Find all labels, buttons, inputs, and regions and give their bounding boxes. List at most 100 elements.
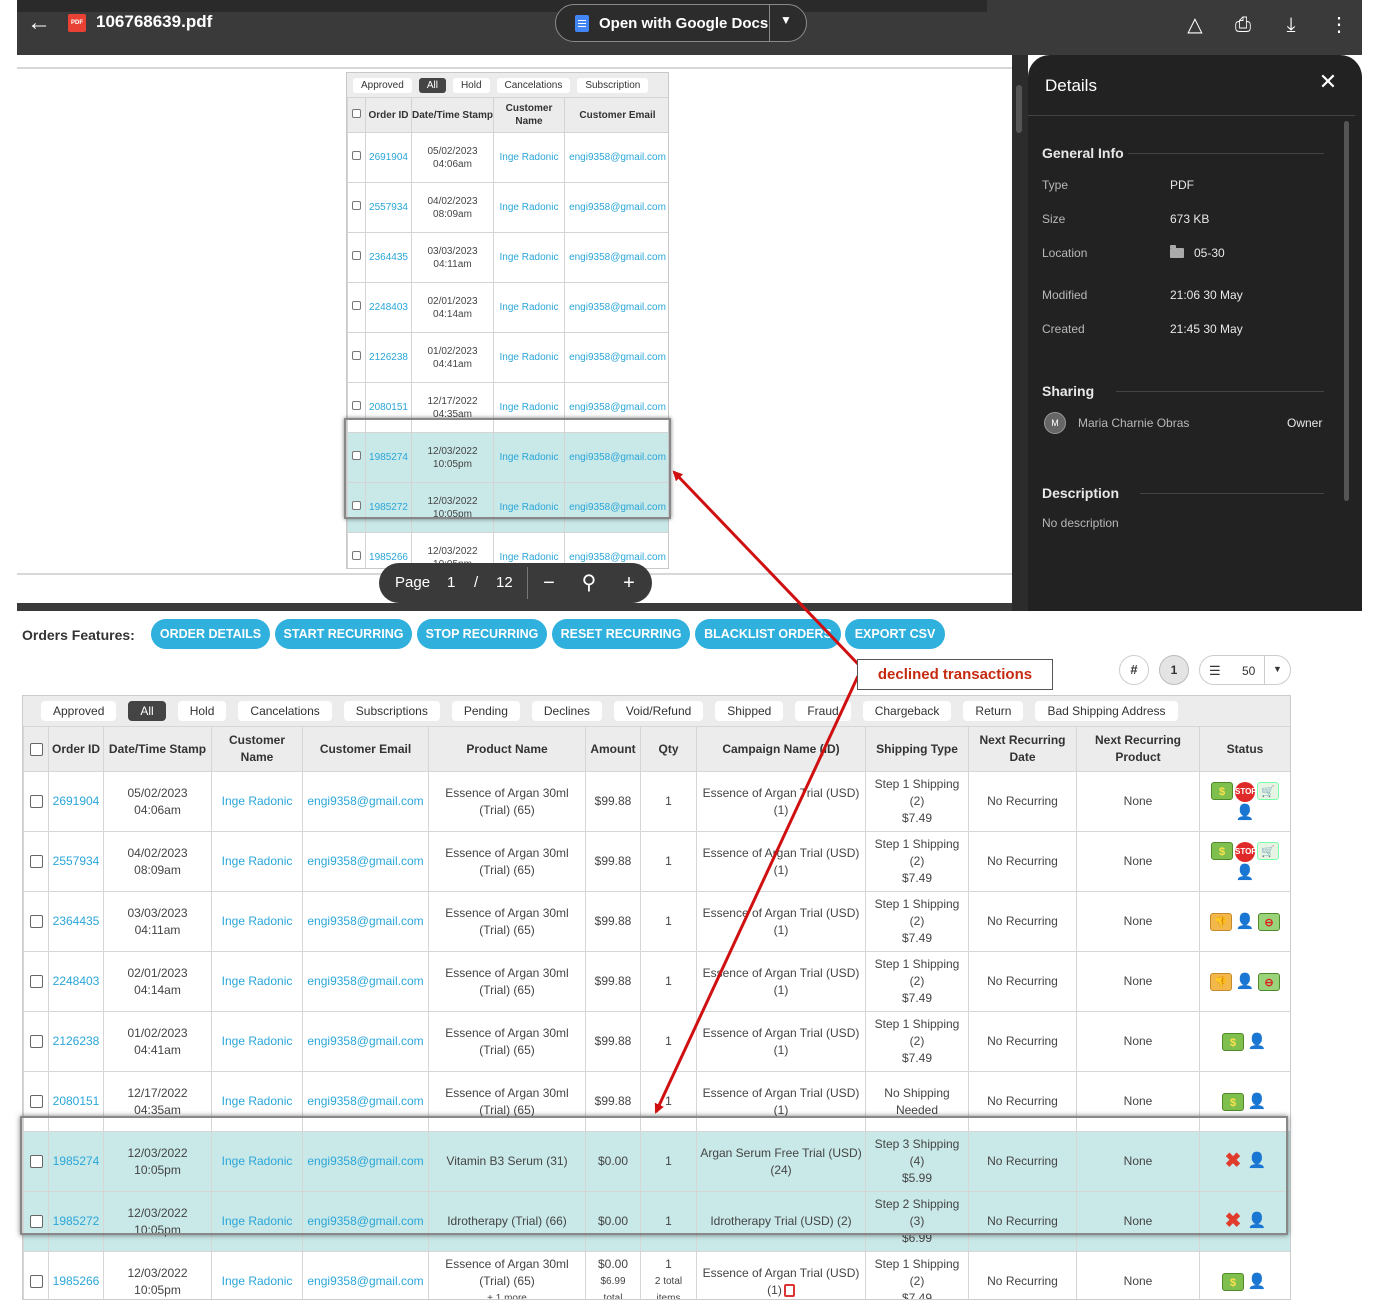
row-select[interactable] [23,891,49,952]
money-icon[interactable]: $ [1211,781,1233,800]
row-checkbox[interactable] [29,975,43,989]
customer-email-link[interactable]: engi9358@gmail.com [302,951,429,1012]
filter-tab[interactable]: Chargeback [862,701,952,721]
customer-email-link[interactable]: engi9358@gmail.com [302,1011,429,1072]
col-header-product[interactable]: Product Name [428,726,586,772]
stop-recurring-button[interactable]: STOP RECURRING [417,619,547,649]
col-header-qty[interactable]: Qty [640,726,697,772]
agent-icon[interactable]: 👤 [1246,1152,1268,1170]
filter-tab[interactable]: Declines [531,701,602,721]
money-icon[interactable]: $ [1222,1092,1244,1111]
customer-name-link[interactable]: Inge Radonic [211,771,303,832]
download-icon[interactable]: ⤓ [1278,12,1304,38]
customer-name-link[interactable]: Inge Radonic [211,1131,303,1192]
agent-icon[interactable]: 👤 [1246,1033,1268,1051]
col-header-next-product[interactable]: Next Recurring Product [1076,726,1200,772]
table-row[interactable]: 2557934 04/02/2023 08:09am Inge Radonic engi… [23,831,1290,892]
row-checkbox[interactable] [29,915,43,929]
customer-email-link[interactable]: engi9358@gmail.com [302,1251,429,1299]
select-all-checkbox[interactable] [29,742,43,756]
order-id-link[interactable]: 2557934 [48,831,104,892]
blacklist-orders-button[interactable]: BLACKLIST ORDERS [695,619,841,649]
thumbs-down-icon[interactable]: 👎 [1210,912,1232,931]
back-arrow-icon[interactable]: ← [25,8,53,38]
start-recurring-button[interactable]: START RECURRING [275,619,412,649]
agent-icon[interactable]: 👤 [1234,804,1256,822]
open-with-button[interactable]: Open with Google Docs ▼ [555,4,807,42]
col-header-shipping[interactable]: Shipping Type [865,726,969,772]
reset-recurring-button[interactable]: RESET RECURRING [552,619,690,649]
order-id-link[interactable]: 2080151 [48,1071,104,1132]
row-checkbox[interactable] [29,795,43,809]
agent-icon[interactable]: 👤 [1234,913,1256,931]
agent-icon[interactable]: 👤 [1246,1273,1268,1291]
zoom-out-icon[interactable]: − [536,569,562,597]
cart-icon[interactable]: 🛒 [1257,841,1279,860]
col-header-status[interactable]: Status [1199,726,1290,772]
row-select[interactable] [23,1011,49,1072]
col-header-date[interactable]: Date/Time Stamp [103,726,212,772]
column-number-toggle[interactable]: # [1119,655,1149,685]
product-more[interactable]: + 1 more [429,1290,585,1299]
select-all[interactable] [23,726,49,772]
multi-product-icon[interactable] [783,1283,795,1297]
col-header-campaign[interactable]: Campaign Name (ID) [696,726,866,772]
filter-tab[interactable]: Fraud [795,701,851,721]
table-row[interactable]: 1985272 12/03/2022 10:05pm Inge Radonic engi… [23,1191,1290,1252]
agent-icon[interactable]: 👤 [1234,864,1256,882]
row-checkbox[interactable] [29,1035,43,1049]
row-select[interactable] [23,771,49,832]
page-number-button[interactable]: 1 [1159,655,1189,685]
filter-tab[interactable]: Shipped [715,701,784,721]
customer-name-link[interactable]: Inge Radonic [211,1011,303,1072]
money-icon[interactable]: $ [1222,1272,1244,1291]
customer-name-link[interactable]: Inge Radonic [211,1191,303,1252]
order-id-link[interactable]: 2248403 [48,951,104,1012]
scroll-thumb[interactable] [1016,85,1022,133]
row-select[interactable] [23,1071,49,1132]
money-icon[interactable]: $ [1211,841,1233,860]
customer-name-link[interactable]: Inge Radonic [211,891,303,952]
row-select[interactable] [23,951,49,1012]
close-icon[interactable]: ✕ [1317,71,1339,93]
filter-tab[interactable]: Void/Refund [613,701,704,721]
customer-email-link[interactable]: engi9358@gmail.com [302,831,429,892]
table-row[interactable]: 2126238 01/02/2023 04:41am Inge Radonic engi… [23,1011,1290,1072]
zoom-search-icon[interactable]: ⚲ [576,569,602,597]
current-page[interactable]: 1 [447,574,455,591]
order-id-link[interactable]: 1985272 [48,1191,104,1252]
chevron-down-icon[interactable]: ▼ [1273,664,1282,674]
order-id-link[interactable]: 2126238 [48,1011,104,1072]
customer-email-link[interactable]: engi9358@gmail.com [302,1191,429,1252]
customer-email-link[interactable]: engi9358@gmail.com [302,771,429,832]
order-id-link[interactable]: 1985274 [48,1131,104,1192]
cart-icon[interactable]: 🛒 [1257,781,1279,800]
order-id-link[interactable]: 1985266 [48,1251,104,1299]
table-row[interactable]: 1985266 12/03/2022 10:05pm Inge Radonic engi… [23,1251,1290,1299]
details-scrollbar[interactable] [1344,121,1349,501]
table-row[interactable]: 1985274 12/03/2022 10:05pm Inge Radonic engi… [23,1131,1290,1192]
table-row[interactable]: 2364435 03/03/2023 04:11am Inge Radonic engi… [23,891,1290,952]
page-size-select[interactable]: ☰ 50 ▼ [1199,655,1291,685]
col-header-amount[interactable]: Amount [585,726,641,772]
money-icon[interactable]: $ [1222,1032,1244,1051]
more-vert-icon[interactable]: ⋮ [1326,12,1352,38]
filter-tab[interactable]: All [128,701,166,721]
row-checkbox[interactable] [29,1275,43,1289]
filter-tab[interactable]: Hold [177,701,227,721]
customer-email-link[interactable]: engi9358@gmail.com [302,891,429,952]
zoom-in-icon[interactable]: + [616,569,642,597]
table-row[interactable]: 2691904 05/02/2023 04:06am Inge Radonic engi… [23,771,1290,832]
declined-money-icon[interactable]: ⊖ [1258,912,1280,931]
row-checkbox[interactable] [29,1215,43,1229]
dropdown-caret-icon[interactable]: ▼ [780,13,792,27]
agent-icon[interactable]: 👤 [1234,973,1256,991]
row-checkbox[interactable] [29,855,43,869]
filter-tab[interactable]: Cancelations [238,701,332,721]
customer-email-link[interactable]: engi9358@gmail.com [302,1131,429,1192]
order-id-link[interactable]: 2691904 [48,771,104,832]
order-details-button[interactable]: ORDER DETAILS [151,619,270,649]
add-to-drive-icon[interactable]: △ [1182,12,1208,38]
row-select[interactable] [23,1251,49,1299]
customer-name-link[interactable]: Inge Radonic [211,831,303,892]
